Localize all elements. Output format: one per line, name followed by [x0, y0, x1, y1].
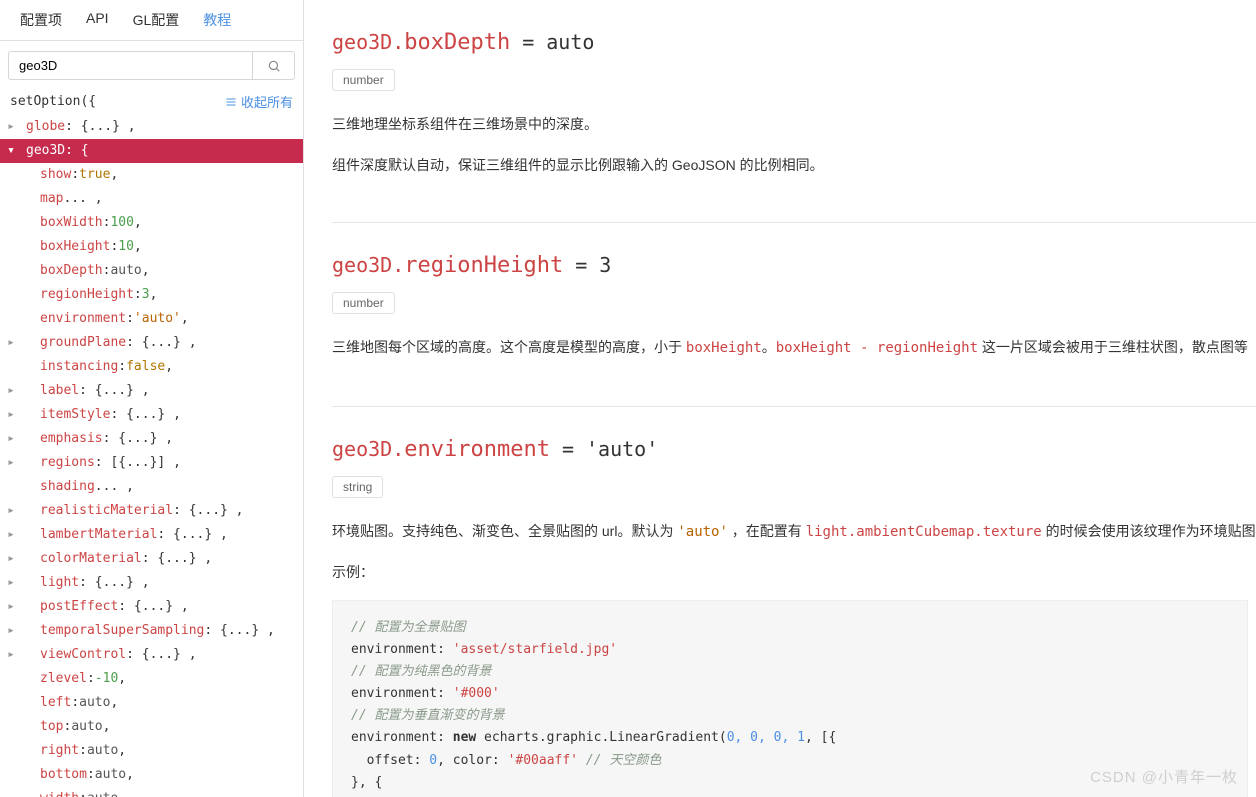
path-link[interactable]: geo3D. — [332, 253, 404, 277]
tree-item-environment[interactable]: environment: 'auto' , — [0, 307, 303, 331]
tree-item-regionHeight[interactable]: regionHeight: 3 , — [0, 283, 303, 307]
chevron-icon: ▸ — [4, 523, 18, 547]
sig-environment: geo3D.environment = 'auto' — [332, 437, 1256, 462]
tree-item-label[interactable]: ▸label: {...} , — [0, 379, 303, 403]
tree-item-shading[interactable]: shading ... , — [0, 475, 303, 499]
default-value: auto — [546, 30, 594, 54]
collapse-all-button[interactable]: 收起所有 — [225, 92, 293, 111]
tree-item-globe[interactable]: ▸globe: {...} , — [0, 115, 303, 139]
tree-item-right[interactable]: right: auto , — [0, 739, 303, 763]
tree-item-boxWidth[interactable]: boxWidth: 100 , — [0, 211, 303, 235]
section-environment: geo3D.environment = 'auto' string 环境贴图。支持纯… — [332, 406, 1256, 797]
equals: = — [522, 30, 534, 54]
t: 环境贴图。支持纯色、渐变色、全景贴图的 url。默认为 — [332, 523, 677, 539]
prop-name: environment — [404, 437, 550, 462]
t: ，在配置有 — [728, 523, 806, 539]
tree-item-instancing[interactable]: instancing: false , — [0, 355, 303, 379]
type-badge: number — [332, 292, 395, 314]
t: 这一片区域会被用于三维柱状图，散点图等 — [978, 339, 1248, 355]
tree-item-show[interactable]: show: true , — [0, 163, 303, 187]
path-link[interactable]: geo3D. — [332, 437, 404, 461]
search-input[interactable] — [8, 51, 253, 80]
tree-item-regions[interactable]: ▸regions: [{...}] , — [0, 451, 303, 475]
tree-item-emphasis[interactable]: ▸emphasis: {...} , — [0, 427, 303, 451]
section-regionheight: geo3D.regionHeight = 3 number 三维地图每个区域的高度。… — [332, 222, 1256, 406]
tree-item-bottom[interactable]: bottom: auto , — [0, 763, 303, 787]
tree-item-map[interactable]: map ... , — [0, 187, 303, 211]
sidebar-header: setOption({ 收起所有 — [0, 86, 303, 115]
tree-item-groundPlane[interactable]: ▸groundPlane: {...} , — [0, 331, 303, 355]
tree-item-lambertMaterial[interactable]: ▸lambertMaterial: {...} , — [0, 523, 303, 547]
t: 三维地图每个区域的高度。这个高度是模型的高度，小于 — [332, 339, 686, 355]
code-span: 'auto' — [677, 524, 728, 540]
tree-item-geo3D[interactable]: ▾geo3D: { — [0, 139, 303, 163]
type-badge: number — [332, 69, 395, 91]
code-span: light.ambientCubemap.texture — [806, 524, 1042, 540]
tab-gl[interactable]: GL配置 — [121, 0, 192, 40]
chevron-icon: ▸ — [4, 379, 18, 403]
tree-item-colorMaterial[interactable]: ▸colorMaterial: {...} , — [0, 547, 303, 571]
tree-item-realisticMaterial[interactable]: ▸realisticMaterial: {...} , — [0, 499, 303, 523]
tree-item-temporalSuperSampling[interactable]: ▸temporalSuperSampling: {...} , — [0, 619, 303, 643]
tree-item-top[interactable]: top: auto , — [0, 715, 303, 739]
type-badge: string — [332, 476, 383, 498]
chevron-icon: ▸ — [4, 643, 18, 667]
app-root: 配置项 API GL配置 教程 setOption({ 收起所有 ▸globe:… — [0, 0, 1256, 797]
code-span: boxHeight — [686, 340, 762, 356]
prop-name: boxDepth — [404, 30, 510, 55]
tree-item-left[interactable]: left: auto , — [0, 691, 303, 715]
search-icon — [267, 59, 281, 73]
chevron-icon: ▸ — [4, 427, 18, 451]
tree-item-boxDepth[interactable]: boxDepth: auto , — [0, 259, 303, 283]
desc-text: 组件深度默认自动，保证三维组件的显示比例跟输入的 GeoJSON 的比例相同。 — [332, 152, 1256, 179]
equals: = — [575, 253, 587, 277]
chevron-icon: ▸ — [4, 547, 18, 571]
tree-item-itemStyle[interactable]: ▸itemStyle: {...} , — [0, 403, 303, 427]
desc-text: 三维地图每个区域的高度。这个高度是模型的高度，小于 boxHeight。boxH… — [332, 334, 1256, 362]
search-row — [8, 51, 295, 80]
collapse-all-label: 收起所有 — [241, 92, 293, 111]
tree-item-zlevel[interactable]: zlevel: -10 , — [0, 667, 303, 691]
tab-options[interactable]: 配置项 — [8, 0, 74, 40]
t: 。 — [762, 339, 776, 355]
chevron-icon: ▾ — [4, 139, 18, 163]
sig-regionheight: geo3D.regionHeight = 3 — [332, 253, 1256, 278]
path-link[interactable]: geo3D. — [332, 30, 404, 54]
sig-boxdepth: geo3D.boxDepth = auto — [332, 30, 1256, 55]
chevron-icon: ▸ — [4, 571, 18, 595]
chevron-icon: ▸ — [4, 619, 18, 643]
default-value: 3 — [599, 253, 611, 277]
default-value: 'auto' — [586, 437, 658, 461]
setoption-label: setOption({ — [10, 94, 96, 109]
desc-text: 三维地理坐标系组件在三维场景中的深度。 — [332, 111, 1256, 138]
chevron-icon: ▸ — [4, 403, 18, 427]
chevron-icon: ▸ — [4, 499, 18, 523]
example-label: 示例： — [332, 559, 1256, 586]
tree-item-viewControl[interactable]: ▸viewControl: {...} , — [0, 643, 303, 667]
tab-tutorial[interactable]: 教程 — [191, 0, 243, 40]
chevron-icon: ▸ — [4, 451, 18, 475]
collapse-icon — [225, 96, 237, 108]
chevron-icon: ▸ — [4, 115, 18, 139]
tab-bar: 配置项 API GL配置 教程 — [0, 0, 303, 41]
chevron-icon: ▸ — [4, 331, 18, 355]
prop-name: regionHeight — [404, 253, 563, 278]
section-boxdepth: geo3D.boxDepth = auto number 三维地理坐标系组件在三维场… — [332, 0, 1256, 222]
tree-item-boxHeight[interactable]: boxHeight: 10 , — [0, 235, 303, 259]
tab-api[interactable]: API — [74, 0, 121, 40]
tree-item-width[interactable]: width: auto , — [0, 787, 303, 797]
code-block: // 配置为全景贴图 environment: 'asset/starfield… — [332, 600, 1248, 797]
tree-item-light[interactable]: ▸light: {...} , — [0, 571, 303, 595]
tree-item-postEffect[interactable]: ▸postEffect: {...} , — [0, 595, 303, 619]
t: 的时候会使用该纹理作为环境贴图 — [1042, 523, 1256, 539]
equals: = — [562, 437, 574, 461]
search-button[interactable] — [253, 51, 295, 80]
code-span: boxHeight - regionHeight — [776, 340, 978, 356]
option-tree[interactable]: ▸globe: {...} ,▾geo3D: {show: true ,map … — [0, 115, 303, 797]
main-content[interactable]: geo3D.boxDepth=auto number 三维地理坐标系组件在三维场… — [304, 0, 1256, 797]
sidebar: 配置项 API GL配置 教程 setOption({ 收起所有 ▸globe:… — [0, 0, 304, 797]
chevron-icon: ▸ — [4, 595, 18, 619]
desc-text: 环境贴图。支持纯色、渐变色、全景贴图的 url。默认为 'auto' ，在配置有… — [332, 518, 1256, 546]
